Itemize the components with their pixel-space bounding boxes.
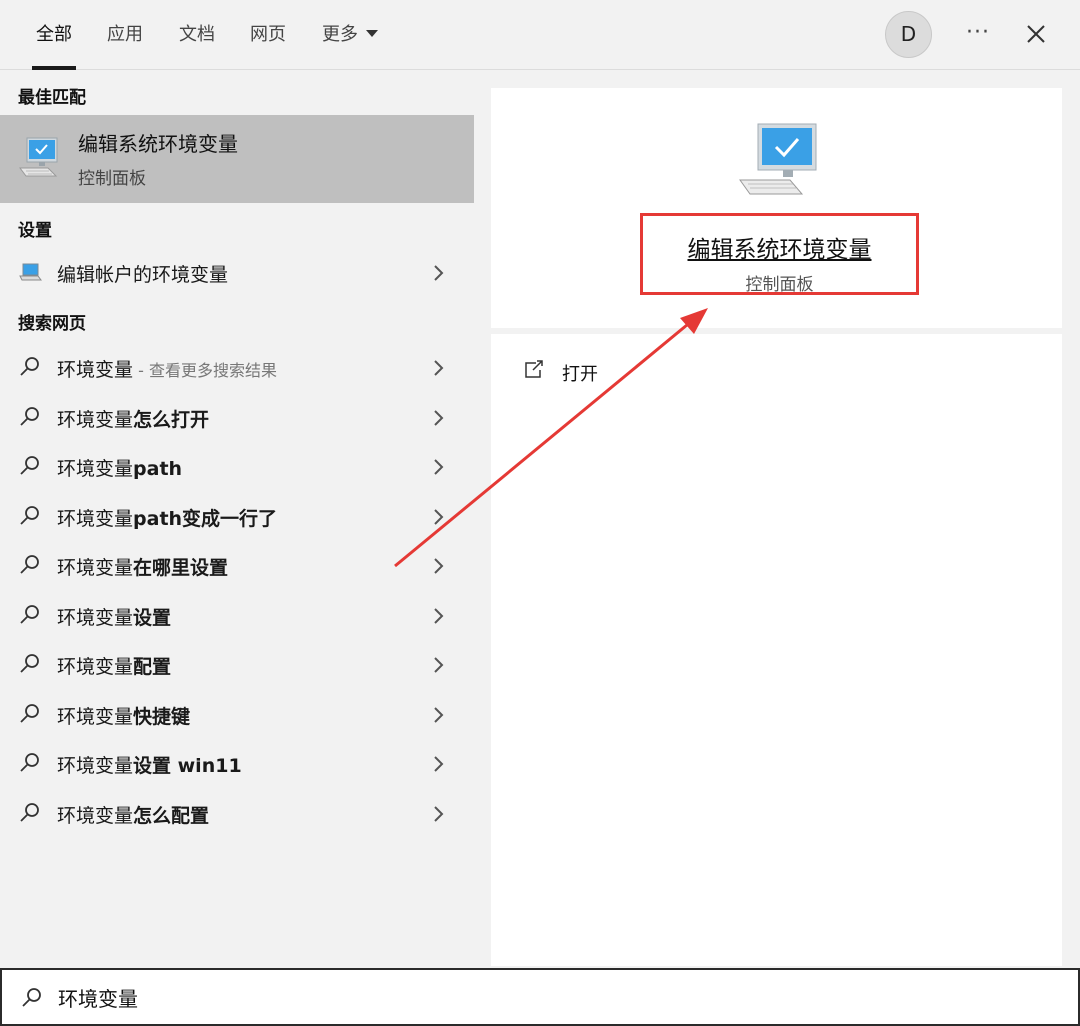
- web-result-label: 环境变量怎么配置: [57, 801, 209, 828]
- search-box[interactable]: [0, 968, 1080, 1026]
- web-result-bold: 怎么打开: [133, 409, 210, 431]
- chevron-right-icon: [434, 608, 444, 624]
- chevron-right-icon: [434, 265, 444, 281]
- search-input[interactable]: [58, 982, 958, 1012]
- chevron-right-icon: [434, 657, 444, 673]
- chevron-right-icon: [434, 558, 444, 574]
- web-result-bold: 怎么配置: [133, 805, 210, 827]
- settings-laptop-icon: [18, 260, 42, 284]
- tab-apps[interactable]: 应用: [107, 0, 143, 70]
- chevron-right-icon: [434, 360, 444, 376]
- web-result-prefix: 环境变量: [57, 607, 134, 629]
- web-result-prefix: 环境变量: [57, 706, 134, 728]
- web-result-label: 环境变量配置: [57, 652, 171, 679]
- web-result-bold: 配置: [133, 656, 172, 678]
- web-result-bold: path: [133, 458, 183, 480]
- web-result-row[interactable]: 环境变量 - 查看更多搜索结果: [0, 343, 474, 391]
- computer-large-icon: [738, 122, 820, 202]
- open-action-label: 打开: [562, 364, 598, 385]
- chevron-right-icon: [434, 459, 444, 475]
- search-icon: [20, 654, 39, 673]
- preview-highlight-box: 编辑系统环境变量 控制面板: [640, 213, 919, 295]
- search-icon: [20, 506, 39, 525]
- web-result-hint: - 查看更多搜索结果: [133, 361, 277, 380]
- settings-item-edit-account-env[interactable]: 编辑帐户的环境变量: [0, 248, 474, 296]
- web-result-row[interactable]: 环境变量path: [0, 442, 474, 490]
- web-result-label: 环境变量快捷键: [57, 702, 190, 729]
- best-match-subtitle: 控制面板: [78, 169, 146, 189]
- web-result-row[interactable]: 环境变量path变成一行了: [0, 492, 474, 540]
- computer-icon: [18, 134, 62, 184]
- web-result-prefix: 环境变量: [57, 805, 134, 827]
- search-icon: [20, 456, 39, 475]
- web-result-row[interactable]: 环境变量设置: [0, 591, 474, 639]
- web-result-label: 环境变量设置: [57, 603, 171, 630]
- close-icon: [1027, 25, 1045, 43]
- tab-more[interactable]: 更多: [322, 0, 378, 70]
- web-result-bold: 设置: [133, 607, 172, 629]
- web-result-bold: path变成一行了: [133, 508, 278, 530]
- web-result-row[interactable]: 环境变量配置: [0, 640, 474, 688]
- web-result-prefix: 环境变量: [57, 755, 134, 777]
- more-options-button[interactable]: ···: [960, 18, 996, 52]
- web-result-label: 环境变量 - 查看更多搜索结果: [57, 355, 277, 382]
- web-result-prefix: 环境变量: [57, 409, 134, 431]
- search-icon: [20, 605, 39, 624]
- web-result-row[interactable]: 环境变量怎么配置: [0, 789, 474, 837]
- web-result-bold: 设置 win11: [133, 755, 242, 777]
- close-button[interactable]: [1020, 18, 1052, 50]
- search-icon: [20, 986, 44, 1014]
- best-match-title: 编辑系统环境变量: [78, 132, 238, 156]
- web-result-prefix: 环境变量: [57, 359, 134, 381]
- search-icon: [20, 407, 39, 426]
- chevron-right-icon: [434, 806, 444, 822]
- tab-more-label: 更多: [322, 24, 358, 45]
- tab-all[interactable]: 全部: [32, 0, 76, 70]
- web-result-label: 环境变量path变成一行了: [57, 504, 277, 531]
- section-best-match: 最佳匹配: [18, 88, 86, 108]
- web-result-row[interactable]: 环境变量快捷键: [0, 690, 474, 738]
- chevron-right-icon: [434, 509, 444, 525]
- tab-web[interactable]: 网页: [250, 0, 286, 70]
- tab-documents[interactable]: 文档: [179, 0, 215, 70]
- search-icon: [20, 753, 39, 772]
- web-result-bold: 在哪里设置: [133, 557, 229, 579]
- preview-subtitle: 控制面板: [745, 275, 814, 295]
- preview-actions-panel: [491, 334, 1062, 966]
- search-icon: [20, 357, 39, 376]
- web-result-label: 环境变量在哪里设置: [57, 553, 228, 580]
- filter-bar: 全部 应用 文档 网页 更多 D ···: [0, 0, 1080, 70]
- search-icon: [20, 555, 39, 574]
- search-icon: [20, 704, 39, 723]
- search-icon: [20, 803, 39, 822]
- caret-down-icon: [366, 29, 378, 37]
- web-result-bold: 快捷键: [133, 706, 191, 728]
- web-result-label: 环境变量怎么打开: [57, 405, 209, 432]
- avatar[interactable]: D: [885, 11, 932, 58]
- web-result-label: 环境变量path: [57, 454, 182, 481]
- web-result-label: 环境变量设置 win11: [57, 751, 242, 778]
- web-result-prefix: 环境变量: [57, 458, 134, 480]
- web-result-row[interactable]: 环境变量在哪里设置: [0, 541, 474, 589]
- chevron-right-icon: [434, 756, 444, 772]
- web-result-prefix: 环境变量: [57, 557, 134, 579]
- web-result-prefix: 环境变量: [57, 656, 134, 678]
- settings-item-label: 编辑帐户的环境变量: [57, 264, 229, 286]
- chevron-right-icon: [434, 707, 444, 723]
- preview-title-link[interactable]: 编辑系统环境变量: [643, 230, 916, 264]
- open-external-icon: [525, 360, 543, 378]
- web-result-row[interactable]: 环境变量设置 win11: [0, 739, 474, 787]
- web-result-prefix: 环境变量: [57, 508, 134, 530]
- section-settings: 设置: [18, 221, 52, 241]
- chevron-right-icon: [434, 410, 444, 426]
- section-web-search: 搜索网页: [18, 314, 86, 334]
- web-result-row[interactable]: 环境变量怎么打开: [0, 393, 474, 441]
